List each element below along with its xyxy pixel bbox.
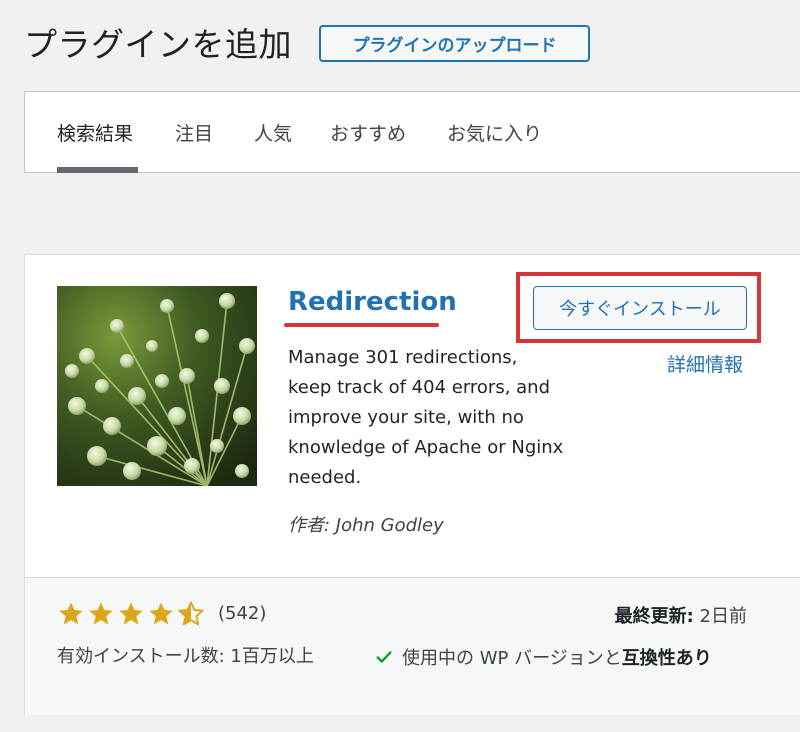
plugin-description: Manage 301 redirections, keep track of 4… [288, 347, 564, 488]
tab-popular[interactable]: 人気 [254, 119, 292, 146]
active-installs: 有効インストール数: 1百万以上 [57, 646, 314, 667]
more-details-link[interactable]: 詳細情報 [667, 350, 743, 377]
compatibility-value: 互換性あり [621, 648, 712, 669]
tab-search-results[interactable]: 検索結果 [57, 119, 133, 146]
rating-count[interactable]: (542) [218, 603, 266, 624]
tab-recommended[interactable]: おすすめ [330, 119, 406, 146]
active-tab-indicator [57, 167, 138, 173]
last-updated: 最終更新: 2日前 [615, 602, 747, 628]
plugin-card: Redirection 今すぐインストール 詳細情報 Manage 301 re… [24, 254, 800, 715]
compatibility-status: 使用中の WP バージョンと 互換性あり [375, 644, 712, 670]
upload-plugin-button[interactable]: プラグインのアップロード [319, 25, 590, 62]
star-filled-icon [89, 602, 113, 625]
plugin-name-highlight-underline [284, 323, 439, 327]
plugin-author: 作者: John Godley [288, 515, 444, 536]
checkmark-icon [376, 651, 392, 663]
plugin-name-link[interactable]: Redirection [288, 287, 457, 317]
star-filled-icon [59, 602, 83, 625]
tab-favorites[interactable]: お気に入り [447, 119, 542, 146]
last-updated-value: 2日前 [699, 606, 747, 627]
plugin-card-footer: (542) 有効インストール数: 1百万以上 最終更新: 2日前 使用中の WP… [25, 577, 800, 715]
star-rating [57, 600, 205, 628]
star-filled-icon [149, 602, 173, 625]
add-plugins-page: プラグインを追加 プラグインのアップロード 検索結果 注目 人気 おすすめ お気… [0, 0, 800, 732]
star-half-icon [178, 601, 204, 626]
compatibility-prefix: 使用中の WP バージョンと [402, 648, 622, 669]
page-title: プラグインを追加 [24, 25, 292, 64]
last-updated-label: 最終更新: [614, 606, 694, 627]
plugin-filter-tabs: 検索結果 注目 人気 おすすめ お気に入り [24, 91, 800, 173]
star-filled-icon [119, 602, 143, 625]
plugin-thumbnail[interactable] [57, 286, 257, 486]
tab-featured[interactable]: 注目 [175, 119, 213, 146]
plugin-thumbnail-image [57, 286, 257, 486]
install-now-button[interactable]: 今すぐインストール [533, 286, 747, 330]
